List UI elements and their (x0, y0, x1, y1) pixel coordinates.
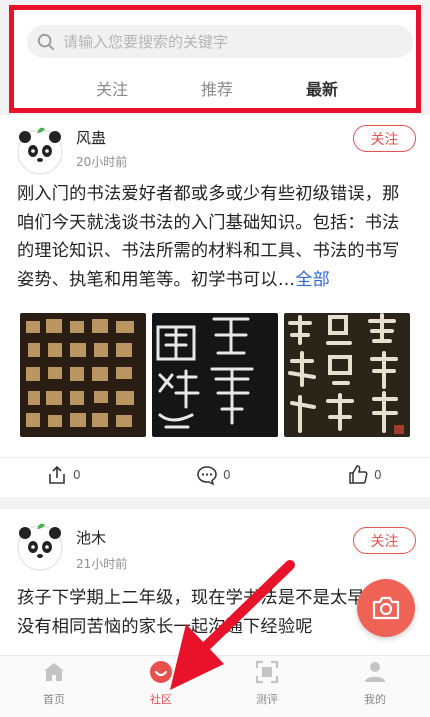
post-text-content: 刚入门的书法爱好者都或多或少有些初级错误，那咱们今天就浅谈书法的入门基础知识。包… (17, 184, 400, 290)
header-panel: 关注 推荐 最新 (9, 5, 421, 113)
post-card: 池木 21小时前 关注 孩子下学期上二年级，现在学书法是不是太早？有没有相同苦恼… (0, 509, 430, 655)
tab-bar: 关注 推荐 最新 (14, 72, 416, 112)
author-name[interactable]: 池木 (76, 527, 106, 548)
search-bar[interactable] (27, 25, 413, 58)
post-card: 风蛊 20小时前 关注 刚入门的书法爱好者都或多或少有些初级错误，那咱们今天就浅… (0, 115, 430, 497)
read-more-link[interactable]: 全部 (295, 270, 330, 290)
post-time: 21小时前 (76, 557, 128, 571)
camera-icon (372, 596, 400, 620)
post-text[interactable]: 刚入门的书法爱好者都或多或少有些初级错误，那咱们今天就浅谈书法的入门基础知识。包… (17, 180, 415, 294)
comment-count: 0 (223, 468, 231, 482)
tab-following[interactable]: 关注 (96, 76, 128, 100)
calligraphy-image-1 (20, 313, 146, 437)
author-name[interactable]: 风蛊 (76, 127, 106, 148)
calligraphy-image-2 (152, 313, 278, 437)
profile-icon (365, 662, 385, 682)
active-tab-indicator (313, 109, 331, 112)
follow-button[interactable]: 关注 (353, 125, 416, 152)
post-image[interactable] (20, 313, 146, 437)
search-icon (37, 33, 55, 50)
nav-home[interactable]: 首页 (19, 660, 89, 707)
like-button[interactable]: 0 (347, 464, 382, 486)
tab-latest[interactable]: 最新 (306, 76, 338, 112)
nav-profile-label: 我的 (364, 693, 386, 706)
share-count: 0 (73, 468, 81, 482)
nav-profile[interactable]: 我的 (340, 660, 410, 707)
panda-avatar[interactable] (15, 125, 65, 175)
nav-evaluate[interactable]: 测评 (232, 660, 302, 707)
nav-evaluate-label: 测评 (256, 693, 278, 706)
share-button[interactable]: 0 (46, 464, 81, 486)
panda-avatar[interactable] (15, 521, 65, 571)
share-icon (49, 465, 65, 484)
post-actions: 0 0 0 (0, 457, 430, 496)
nav-community[interactable]: 社区 (126, 660, 196, 707)
comment-button[interactable]: 0 (196, 464, 231, 486)
home-icon (44, 663, 64, 681)
camera-button[interactable] (357, 579, 415, 637)
tab-recommended[interactable]: 推荐 (201, 76, 233, 100)
calligraphy-image-3 (284, 313, 410, 437)
nav-home-label: 首页 (43, 693, 65, 706)
search-input[interactable] (61, 31, 385, 52)
comment-icon (197, 466, 217, 486)
scan-icon (255, 660, 279, 684)
post-image[interactable] (284, 313, 410, 437)
follow-button[interactable]: 关注 (353, 527, 416, 554)
bottom-nav: 首页 社区 测评 我的 (0, 655, 430, 717)
post-text[interactable]: 孩子下学期上二年级，现在学书法是不是太早？有没有相同苦恼的家长一起沟通下经验呢 (17, 584, 415, 648)
nav-community-label: 社区 (150, 693, 172, 706)
post-time: 20小时前 (76, 155, 128, 169)
community-icon (150, 661, 172, 683)
like-count: 0 (374, 468, 382, 482)
post-image[interactable] (152, 313, 278, 437)
thumbs-up-icon (349, 465, 368, 484)
